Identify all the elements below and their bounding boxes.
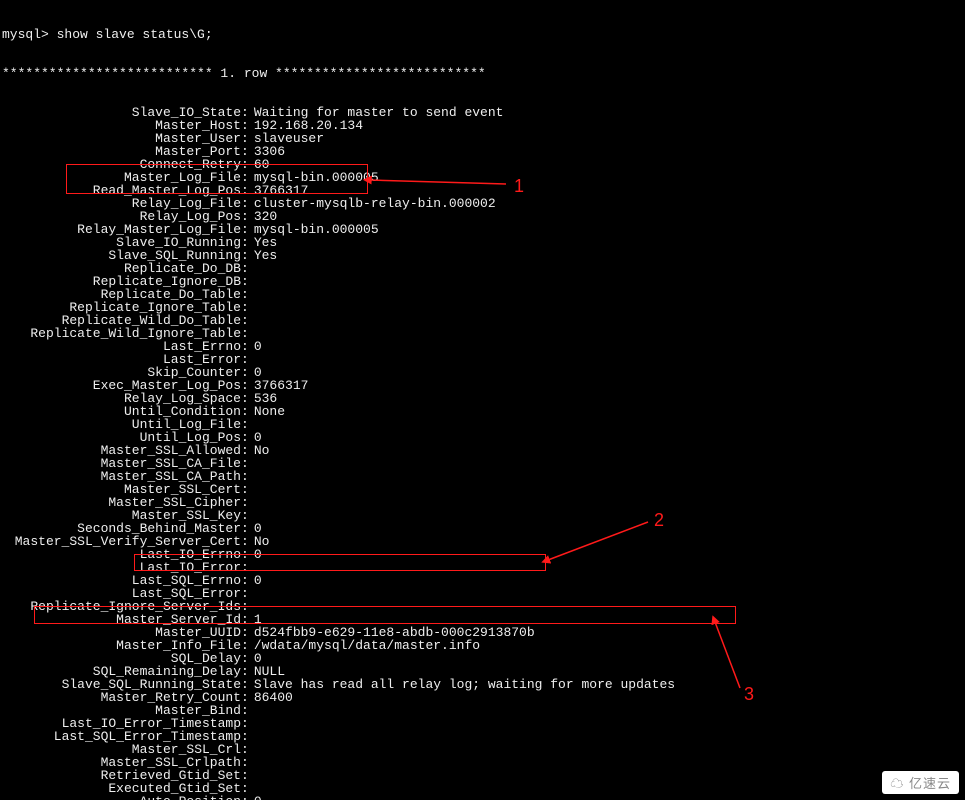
annotation-number-3: 3 xyxy=(744,684,754,705)
mysql-prompt: mysql> show slave status\G; xyxy=(2,28,963,41)
status-row: Replicate_Wild_Ignore_Table: xyxy=(2,327,963,340)
annotation-number-2: 2 xyxy=(654,510,664,531)
status-row: Auto_Position:0 xyxy=(2,795,963,800)
field-value: None xyxy=(249,405,285,418)
field-value: 0 xyxy=(249,574,262,587)
colon: : xyxy=(241,794,249,800)
watermark-badge: ☁ 亿速云 xyxy=(882,771,959,794)
status-row: Last_Errno:0 xyxy=(2,340,963,353)
field-label: Auto_Position xyxy=(2,795,241,800)
status-row: Slave_IO_State:Waiting for master to sen… xyxy=(2,106,963,119)
field-value: 0 xyxy=(249,340,262,353)
annotation-number-1: 1 xyxy=(514,176,524,197)
status-row: Master_User:slaveuser xyxy=(2,132,963,145)
status-row: Master_Retry_Count:86400 xyxy=(2,691,963,704)
status-fields: Slave_IO_State:Waiting for master to sen… xyxy=(2,106,963,800)
row-header: *************************** 1. row *****… xyxy=(2,67,963,80)
terminal-output: mysql> show slave status\G; ************… xyxy=(0,0,965,800)
field-value: /wdata/mysql/data/master.info xyxy=(249,639,480,652)
watermark-text: 亿速云 xyxy=(909,776,951,791)
status-row: Last_Error: xyxy=(2,353,963,366)
cloud-icon: ☁ xyxy=(890,776,904,791)
field-value: Slave has read all relay log; waiting fo… xyxy=(249,678,675,691)
field-value: 0 xyxy=(249,548,262,561)
field-value: Yes xyxy=(249,249,277,262)
status-row: Master_Info_File:/wdata/mysql/data/maste… xyxy=(2,639,963,652)
field-value: No xyxy=(249,444,270,457)
field-value: 0 xyxy=(249,795,262,800)
status-row: Master_Host:192.168.20.134 xyxy=(2,119,963,132)
field-value: cluster-mysqlb-relay-bin.000002 xyxy=(249,197,496,210)
field-value: 86400 xyxy=(249,691,293,704)
